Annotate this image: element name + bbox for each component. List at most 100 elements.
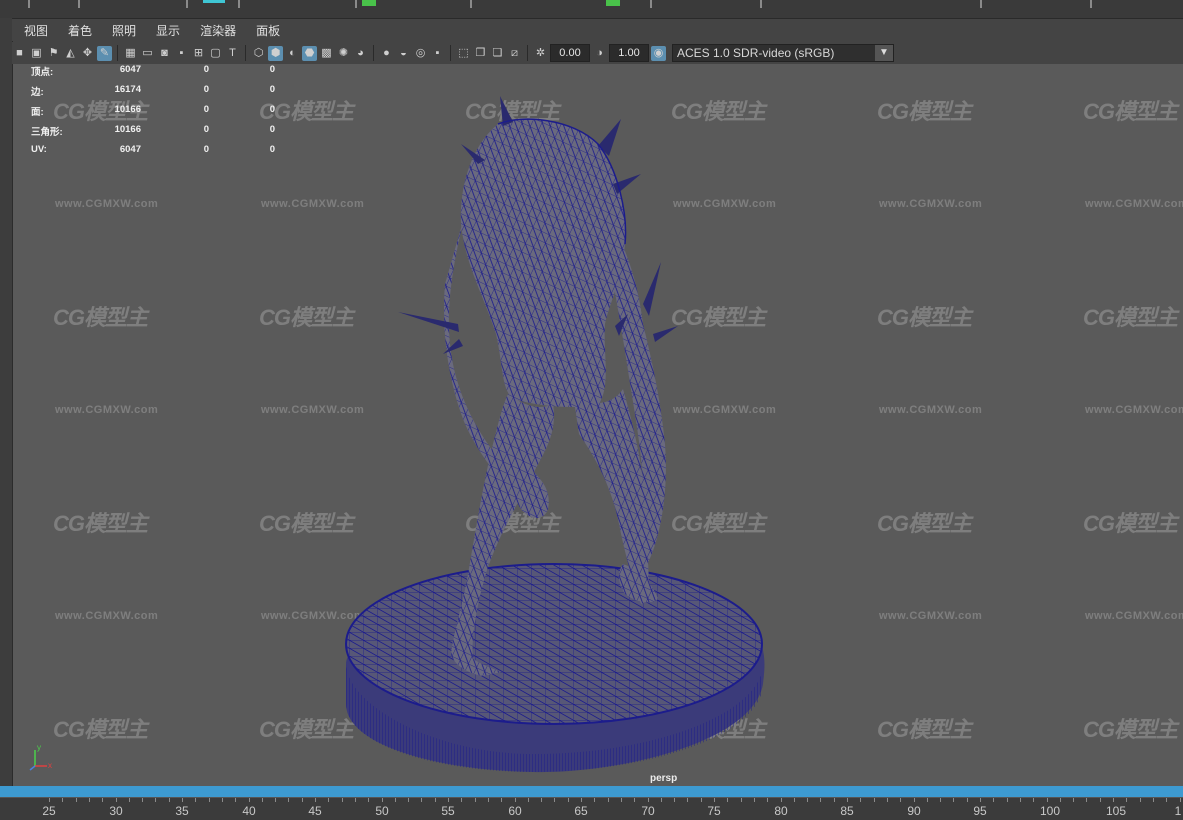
ruler-tick-label: 55 — [441, 804, 455, 818]
camera-attributes-icon[interactable]: ▣ — [29, 46, 44, 61]
ruler-tick-mark — [275, 798, 277, 802]
textured-icon[interactable]: ▩ — [319, 46, 334, 61]
menu-view[interactable]: 视图 — [12, 22, 56, 39]
hud-value-selected-uv: 0 — [269, 104, 275, 115]
wireframe-on-shaded-icon[interactable]: ⬣ — [302, 45, 317, 61]
ruler-tick-mark — [248, 798, 250, 802]
hud-value-selected-uv: 0 — [269, 84, 275, 95]
chevron-down-icon[interactable]: ▼ — [875, 45, 893, 61]
ruler-tick-mark — [886, 798, 888, 802]
view-transform-select[interactable]: ACES 1.0 SDR-video (sRGB) ▼ — [672, 44, 894, 62]
motion-blur-icon[interactable]: ◒ — [396, 46, 411, 61]
ruler-tick-mark — [1033, 798, 1035, 802]
time-slider-bar[interactable] — [0, 786, 1183, 797]
shelf-tick — [650, 0, 652, 8]
toolbar-separator — [245, 45, 246, 61]
grid-icon[interactable]: ▦ — [123, 46, 138, 61]
safe-title-icon[interactable]: T — [225, 46, 240, 61]
menu-shading[interactable]: 着色 — [56, 22, 100, 39]
ruler-tick-mark — [221, 798, 223, 802]
shelf-tick — [355, 0, 357, 8]
ruler-tick-mark — [674, 798, 676, 802]
ruler-tick-label: 60 — [508, 804, 522, 818]
gamma-icon[interactable]: ◑ — [592, 46, 607, 61]
shelf-tick — [78, 0, 80, 8]
ruler-tick-label: 65 — [574, 804, 588, 818]
safe-action-icon[interactable]: ▢ — [208, 46, 223, 61]
ruler-tick-mark — [501, 798, 503, 802]
menu-panels[interactable]: 面板 — [244, 22, 288, 39]
resolution-gate-icon[interactable]: ◙ — [157, 46, 172, 61]
menu-lighting[interactable]: 照明 — [100, 22, 144, 39]
ruler-tick-label: 105 — [1105, 804, 1127, 818]
ruler-tick-mark — [434, 798, 436, 802]
shadows-icon[interactable]: ◕ — [353, 46, 368, 61]
depth-of-field-icon[interactable]: ▪ — [430, 46, 445, 61]
anti-aliasing-icon[interactable]: ◎ — [413, 46, 428, 61]
ruler-tick-mark — [354, 798, 356, 802]
hud-value-total: 10166 — [114, 104, 141, 115]
ruler-tick-mark — [567, 798, 569, 802]
xray-joints-icon[interactable]: ⧄ — [507, 46, 522, 61]
ruler-tick-mark — [647, 798, 649, 802]
ruler-tick-mark — [102, 798, 104, 802]
isolate-select-icon[interactable]: ⬚ — [456, 46, 471, 61]
ruler-tick-mark — [1006, 798, 1008, 802]
gate-mask-icon[interactable]: ▪ — [174, 46, 189, 61]
default-material-icon[interactable]: ◐ — [285, 46, 300, 61]
field-chart-icon[interactable]: ⊞ — [191, 46, 206, 61]
two-d-pan-zoom-icon[interactable]: ✥ — [80, 46, 95, 61]
ruler-tick-mark — [913, 798, 915, 802]
bookmark-icon[interactable]: ⚑ — [46, 46, 61, 61]
shelf-tick — [238, 0, 240, 8]
exposure-icon[interactable]: ✲ — [533, 46, 548, 61]
select-camera-icon[interactable]: ■ — [12, 46, 27, 61]
ruler-tick-mark — [1073, 798, 1075, 802]
smooth-shade-icon[interactable]: ⬢ — [268, 45, 283, 61]
ruler-tick-mark — [1179, 798, 1181, 802]
hud-value-selected-uv: 0 — [269, 144, 275, 155]
menu-show[interactable]: 显示 — [144, 22, 188, 39]
xray-active-components-icon[interactable]: ❏ — [490, 46, 505, 61]
ruler-tick-mark — [847, 798, 848, 802]
lights-icon[interactable]: ✺ — [336, 46, 351, 61]
panel-toolbar: ■ ▣ ⚑ ◭ ✥ ✎ ▦ ▭ ◙ ▪ ⊞ ▢ T ⬡ ⬢ ◐ ⬣ ▩ ✺ ◕ … — [12, 42, 1183, 64]
ruler-tick-mark — [1166, 798, 1168, 802]
hud-value-total: 6047 — [119, 64, 141, 75]
xray-icon[interactable]: ❐ — [473, 46, 488, 61]
shelf-tick — [186, 0, 188, 8]
color-management-toggle-icon[interactable]: ◉ — [651, 45, 666, 61]
ruler-tick-mark — [860, 798, 862, 802]
toolbar-separator — [450, 45, 451, 61]
hud-value-selected: 0 — [203, 124, 209, 135]
menu-renderer[interactable]: 渲染器 — [188, 22, 244, 39]
ruler-tick-mark — [408, 798, 410, 802]
hud-value-total: 10166 — [114, 124, 141, 135]
ruler-tick-label: 90 — [907, 804, 921, 818]
gamma-field[interactable]: 1.00 — [609, 44, 649, 62]
left-dock-strip — [0, 18, 13, 790]
grease-pencil-icon[interactable]: ✎ — [97, 45, 112, 61]
ruler-tick-mark — [381, 798, 383, 802]
image-plane-icon[interactable]: ◭ — [63, 46, 78, 61]
hud-label: 三角形: — [31, 127, 63, 138]
screen-space-ao-icon[interactable]: ● — [379, 46, 394, 61]
ruler-tick-mark — [448, 798, 449, 802]
wireframe-icon[interactable]: ⬡ — [251, 46, 266, 61]
ruler-tick-mark — [261, 798, 263, 802]
film-gate-icon[interactable]: ▭ — [140, 46, 155, 61]
camera-name-label: persp — [650, 773, 678, 784]
time-ruler[interactable]: 25 30 35 40 45 50 55 60 65 70 75 80 85 9… — [0, 797, 1183, 820]
ruler-tick-mark — [168, 798, 170, 802]
view-transform-value: ACES 1.0 SDR-video (sRGB) — [677, 46, 835, 60]
ruler-tick-label: 25 — [42, 804, 56, 818]
ruler-tick-mark — [182, 798, 183, 802]
ruler-tick-mark — [714, 798, 715, 802]
persp-viewport[interactable]: CG模型主 CG模型主 CG模型主 CG模型主 CG模型主 CG模型主 www.… — [13, 64, 1183, 786]
exposure-field[interactable]: 0.00 — [550, 44, 590, 62]
ruler-tick-mark — [487, 798, 489, 802]
wireframe-model[interactable] — [13, 64, 1183, 786]
ruler-tick-mark — [195, 798, 197, 802]
shelf-tick — [980, 0, 982, 8]
ruler-tick-mark — [1086, 798, 1088, 802]
